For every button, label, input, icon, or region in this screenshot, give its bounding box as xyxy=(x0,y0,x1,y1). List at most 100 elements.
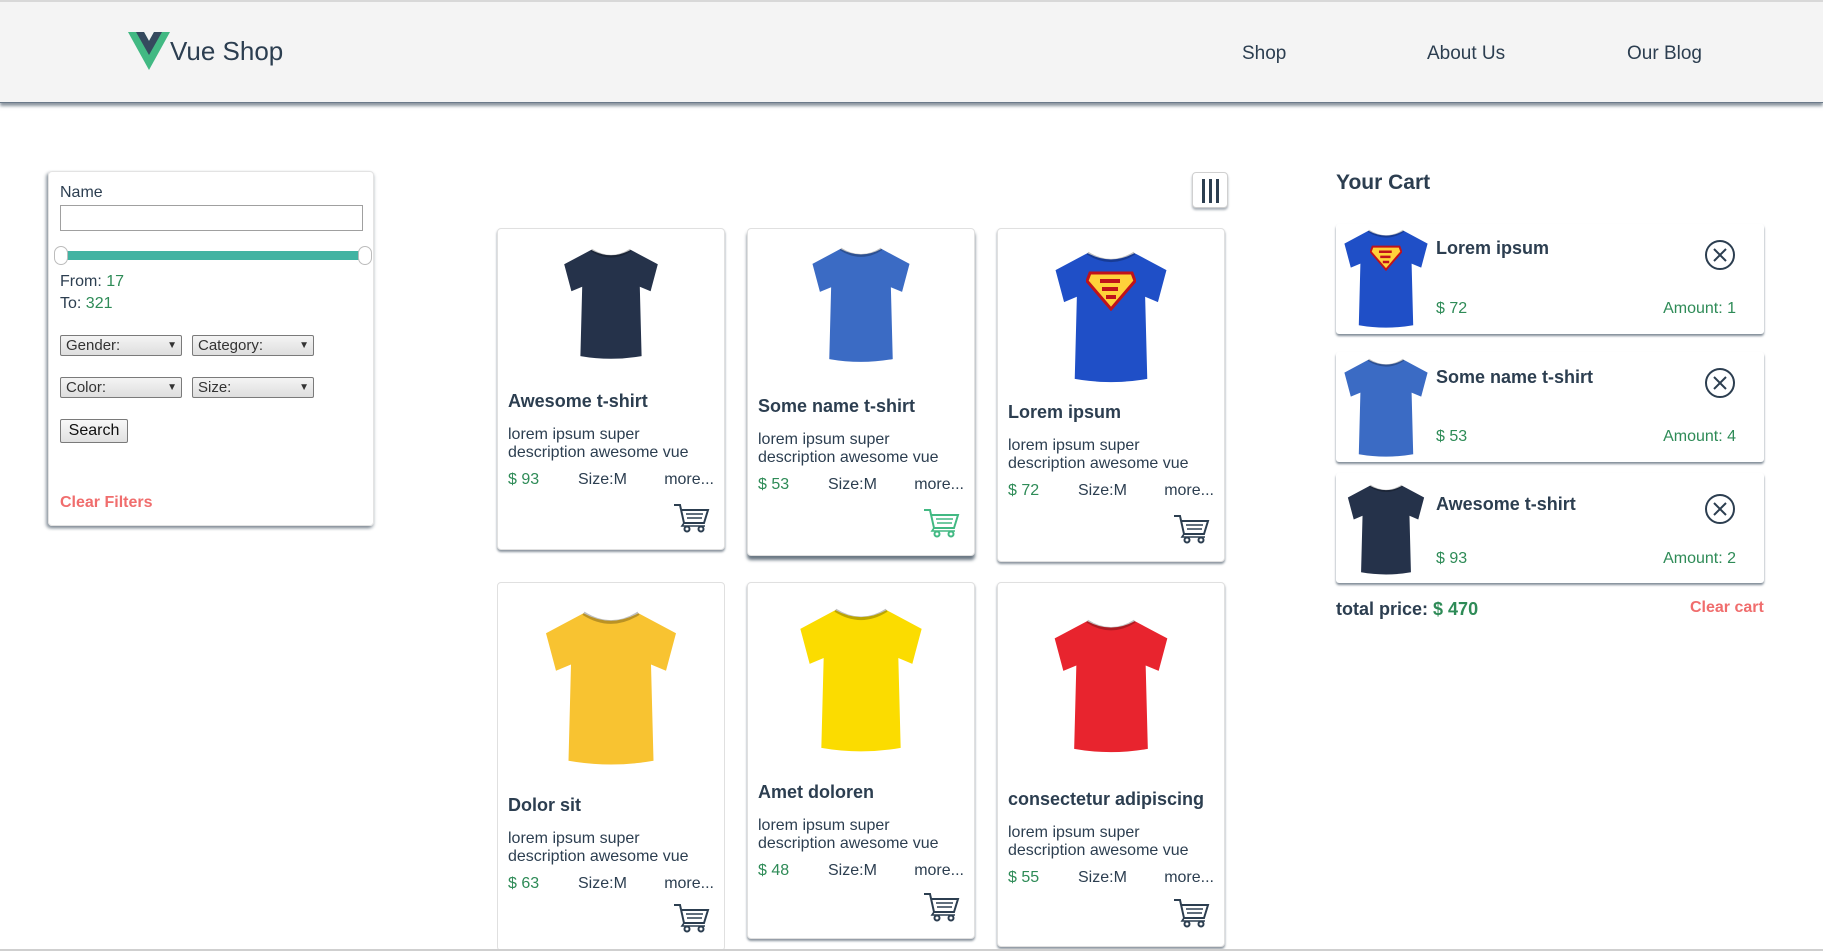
product-price: $ 53 xyxy=(758,476,790,493)
product-image xyxy=(1047,241,1175,391)
size-select-value: Size: xyxy=(198,379,232,396)
grid-toggle-button[interactable] xyxy=(1192,172,1228,208)
product-description: lorem ipsum super description awesome vu… xyxy=(508,830,689,865)
more-link[interactable]: more... xyxy=(914,476,964,494)
cart-item-amount: Amount: 2 xyxy=(1663,550,1736,567)
more-link[interactable]: more... xyxy=(664,875,714,893)
price-to: To: 321 xyxy=(60,295,113,313)
logo-text: Vue Shop xyxy=(170,35,284,66)
product-title[interactable]: Lorem ipsum xyxy=(1008,402,1121,423)
product-image xyxy=(536,599,686,775)
cart-item-image xyxy=(1342,479,1430,579)
cart-item-price: $ 53 xyxy=(1436,428,1468,445)
more-link[interactable]: more... xyxy=(1164,869,1214,887)
product-size: Size:M xyxy=(1078,482,1127,499)
chevron-down-icon: ▼ xyxy=(299,382,309,393)
size-select[interactable]: Size: ▼ xyxy=(192,377,314,398)
total-value: $ 470 xyxy=(1433,599,1479,619)
cart-add-icon[interactable] xyxy=(922,506,962,540)
cart-title: Your Cart xyxy=(1336,171,1431,194)
product-card[interactable]: consectetur adipiscing lorem ipsum super… xyxy=(997,582,1225,947)
cart-add-icon[interactable] xyxy=(1172,896,1212,930)
total-label: total price: xyxy=(1336,599,1429,619)
color-select[interactable]: Color: ▼ xyxy=(60,377,182,398)
product-image xyxy=(805,239,917,369)
from-label: From: xyxy=(60,273,102,290)
range-min-handle[interactable] xyxy=(54,246,68,265)
remove-circle-icon[interactable] xyxy=(1704,239,1736,271)
cart-item-amount: Amount: 4 xyxy=(1663,428,1736,445)
cart-item-price: $ 93 xyxy=(1436,550,1468,567)
price-range-slider[interactable] xyxy=(60,251,364,260)
to-label: To: xyxy=(60,295,82,312)
search-button[interactable]: Search xyxy=(60,419,128,443)
product-price: $ 63 xyxy=(508,875,540,892)
chevron-down-icon: ▼ xyxy=(167,340,177,351)
remove-circle-icon[interactable] xyxy=(1704,367,1736,399)
cart-add-icon[interactable] xyxy=(672,901,712,935)
grid-toggle-icon xyxy=(1209,179,1212,203)
product-title[interactable]: Amet doloren xyxy=(758,782,874,803)
product-image xyxy=(1046,605,1176,765)
product-title[interactable]: Some name t-shirt xyxy=(758,396,915,417)
product-size: Size:M xyxy=(828,476,877,493)
product-card[interactable]: Some name t-shirt lorem ipsum super desc… xyxy=(747,228,975,556)
to-value: 321 xyxy=(85,295,113,312)
cart-item-amount: Amount: 1 xyxy=(1663,300,1736,317)
product-size: Size:M xyxy=(578,875,627,892)
more-link[interactable]: more... xyxy=(914,862,964,880)
remove-circle-icon[interactable] xyxy=(1704,493,1736,525)
gender-select-value: Gender: xyxy=(66,337,121,354)
category-select[interactable]: Category: ▼ xyxy=(192,335,314,356)
cart-item-image xyxy=(1338,355,1434,459)
product-size: Size:M xyxy=(828,862,877,879)
cart-item-name: Awesome t-shirt xyxy=(1436,494,1576,514)
clear-filters-link[interactable]: Clear Filters xyxy=(60,494,152,512)
product-price: $ 72 xyxy=(1008,482,1040,499)
cart-item: Lorem ipsum $ 72 Amount: 1 xyxy=(1336,224,1764,334)
cart-add-icon[interactable] xyxy=(1172,512,1212,546)
category-select-value: Category: xyxy=(198,337,264,354)
product-card[interactable]: Dolor sit lorem ipsum super description … xyxy=(497,582,725,951)
cart-item: Some name t-shirt $ 53 Amount: 4 xyxy=(1336,352,1764,462)
product-description: lorem ipsum super description awesome vu… xyxy=(508,426,689,461)
product-price: $ 48 xyxy=(758,862,790,879)
product-description: lorem ipsum super description awesome vu… xyxy=(1008,437,1189,472)
nav-about-us[interactable]: About Us xyxy=(1427,43,1505,65)
product-size: Size:M xyxy=(1078,869,1127,886)
clear-cart-link[interactable]: Clear cart xyxy=(1690,599,1764,617)
product-image xyxy=(557,239,665,367)
cart-item-name: Lorem ipsum xyxy=(1436,238,1550,258)
chevron-down-icon: ▼ xyxy=(167,382,177,393)
cart-add-icon[interactable] xyxy=(922,890,962,924)
product-title[interactable]: Awesome t-shirt xyxy=(508,391,648,412)
vue-logo-icon xyxy=(128,32,170,70)
name-input[interactable] xyxy=(60,205,363,231)
cart-item-price: $ 72 xyxy=(1436,300,1468,317)
more-link[interactable]: more... xyxy=(664,471,714,489)
product-card[interactable]: Lorem ipsum lorem ipsum super descriptio… xyxy=(997,228,1225,562)
color-select-value: Color: xyxy=(66,379,107,396)
nav-our-blog[interactable]: Our Blog xyxy=(1627,43,1702,65)
product-title[interactable]: consectetur adipiscing xyxy=(1008,789,1204,810)
top-navbar: Vue Shop Shop About Us Our Blog xyxy=(0,0,1823,103)
product-card[interactable]: Amet doloren lorem ipsum super descripti… xyxy=(747,582,975,939)
cart-item-image xyxy=(1338,226,1434,330)
cart-total: total price: $ 470 xyxy=(1336,599,1478,620)
cart-item-name: Some name t-shirt xyxy=(1436,367,1594,387)
more-link[interactable]: more... xyxy=(1164,482,1214,500)
gender-select[interactable]: Gender: ▼ xyxy=(60,335,182,356)
range-max-handle[interactable] xyxy=(358,246,372,265)
product-size: Size:M xyxy=(578,471,627,488)
from-value: 17 xyxy=(106,273,125,290)
product-card[interactable]: Awesome t-shirt lorem ipsum super descri… xyxy=(497,228,725,550)
superman-logo-icon xyxy=(1370,245,1402,271)
logo[interactable]: Vue Shop xyxy=(128,32,283,70)
price-from: From: 17 xyxy=(60,273,124,291)
grid-toggle-icon xyxy=(1216,179,1219,203)
product-description: lorem ipsum super description awesome vu… xyxy=(758,431,939,466)
product-title[interactable]: Dolor sit xyxy=(508,795,581,816)
nav-shop[interactable]: Shop xyxy=(1242,43,1286,65)
cart-item: Awesome t-shirt $ 93 Amount: 2 xyxy=(1336,473,1764,583)
cart-add-icon[interactable] xyxy=(672,501,712,535)
